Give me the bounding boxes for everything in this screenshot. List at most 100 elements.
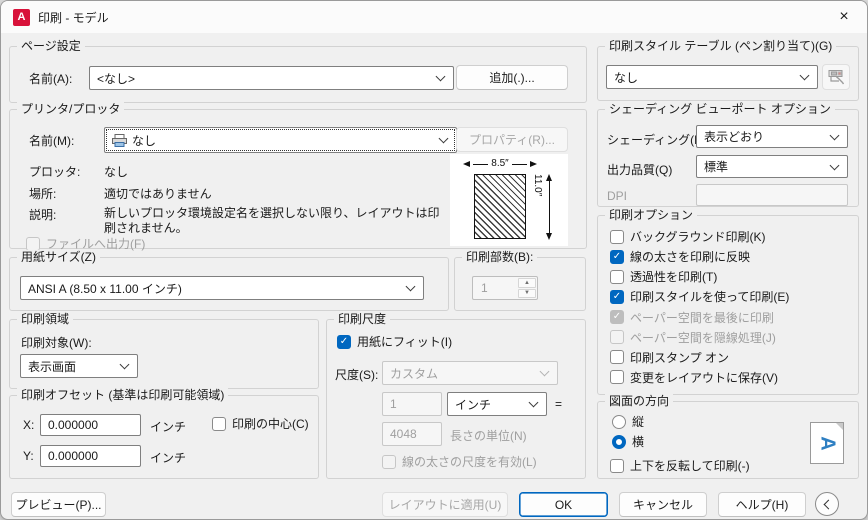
spin-down-button[interactable]: ▼: [518, 288, 536, 298]
plot-options-list: バックグラウンド印刷(K) 線の太さを印刷に反映 透過性を印刷(T) 印刷スタイ…: [610, 228, 852, 386]
checkbox-label: 線の太さの尺度を有効(L): [402, 455, 537, 469]
selected-value: インチ: [455, 397, 492, 412]
checkbox-icon: [610, 289, 624, 304]
plot-target-label: 印刷対象(W):: [21, 336, 92, 350]
add-button[interactable]: 追加(.)...: [456, 65, 568, 90]
edit-plot-style-button[interactable]: [822, 64, 850, 90]
page-setup-name-combobox[interactable]: <なし>: [89, 66, 454, 90]
location-value: 適切ではありません: [104, 187, 212, 201]
plot-scale-group: 印刷尺度 用紙にフィット(I) 尺度(S): カスタム 1 インチ = 4048…: [326, 312, 586, 479]
checkbox-icon: [382, 454, 396, 469]
checkbox-label: 用紙にフィット(I): [357, 335, 453, 349]
plot-option-label: 線の太さを印刷に反映: [630, 250, 751, 265]
copies-value: 1: [481, 281, 488, 295]
close-button[interactable]: ×: [821, 1, 867, 33]
plot-option-row[interactable]: ペーパー空間を隠線処理(J): [610, 329, 852, 346]
scale-unit-combobox[interactable]: インチ: [447, 392, 547, 416]
plot-option-row[interactable]: 変更をレイアウトに保存(V): [610, 369, 852, 386]
ok-button[interactable]: OK: [519, 492, 608, 517]
plotter-label: プロッタ:: [29, 165, 81, 179]
checkbox-icon: [610, 229, 624, 244]
x-offset-input[interactable]: [40, 414, 141, 436]
arrow-up-icon: [546, 174, 552, 181]
plot-style-combobox[interactable]: なし: [606, 65, 818, 89]
scale-combobox[interactable]: カスタム: [382, 361, 558, 385]
checkbox-icon: [337, 334, 351, 349]
portrait-radio[interactable]: 縦: [612, 413, 644, 430]
group-legend: 印刷部数(B):: [462, 250, 538, 265]
plot-option-row[interactable]: 線の太さを印刷に反映: [610, 248, 852, 265]
scale-numerator-input[interactable]: 1: [382, 392, 442, 416]
width-dimension: 8.5″: [463, 158, 538, 170]
plot-option-row[interactable]: 透過性を印刷(T): [610, 268, 852, 285]
group-legend: プリンタ/プロッタ: [17, 102, 125, 117]
x-unit-label: インチ: [150, 420, 187, 434]
less-options-button[interactable]: [815, 492, 839, 516]
checkbox-icon: [610, 310, 624, 325]
shade-plot-combobox[interactable]: 表示どおり: [696, 125, 848, 148]
group-legend: 図面の方向: [605, 394, 674, 409]
lineweight-scale-checkbox[interactable]: 線の太さの尺度を有効(L): [382, 453, 537, 470]
landscape-radio[interactable]: 横: [612, 433, 644, 450]
scale-denominator-input[interactable]: 4048: [382, 422, 442, 446]
apply-to-layout-button[interactable]: レイアウトに適用(U): [382, 492, 508, 517]
plot-option-label: 印刷スタンプ オン: [630, 350, 729, 365]
orientation-paper-icon: A: [810, 422, 844, 464]
arrow-down-icon: [546, 233, 552, 240]
height-dimension: 11.0″: [532, 174, 553, 240]
dialog-title: 印刷 - モデル: [38, 10, 109, 25]
plot-option-label: バックグラウンド印刷(K): [630, 230, 766, 244]
chevron-down-icon: [829, 160, 840, 170]
quality-label: 出力品質(Q): [607, 163, 673, 177]
chevron-down-icon: [119, 359, 130, 370]
plot-option-row[interactable]: 印刷スタイルを使って印刷(E): [610, 288, 852, 305]
paper-size-combobox[interactable]: ANSI A (8.50 x 11.00 インチ): [20, 276, 424, 300]
fit-to-paper-checkbox[interactable]: 用紙にフィット(I): [337, 333, 452, 350]
shaded-viewport-group: シェーディング ビューポート オプション シェーディング(D) 表示どおり 出力…: [597, 102, 859, 207]
page-setup-name-label: 名前(A):: [29, 72, 73, 86]
center-plot-checkbox[interactable]: 印刷の中心(C): [212, 415, 309, 432]
orientation-group: 図面の方向 縦 横 上下を反転して印刷(-) A: [597, 394, 859, 479]
selected-value: <なし>: [97, 71, 136, 86]
plot-style-editor-icon: [828, 70, 845, 85]
checkbox-icon: [610, 330, 624, 345]
plot-option-row[interactable]: ペーパー空間を最後に印刷: [610, 309, 852, 326]
preview-button[interactable]: プレビュー(P)...: [11, 492, 106, 517]
plot-area-combobox[interactable]: 表示画面: [20, 354, 138, 378]
rotated-a-glyph: A: [816, 435, 839, 451]
plot-option-row[interactable]: 印刷スタンプ オン: [610, 349, 852, 366]
spin-up-button[interactable]: ▲: [518, 278, 536, 288]
selected-value: なし: [614, 70, 639, 85]
printer-name-combobox[interactable]: なし: [104, 127, 457, 153]
checkbox-icon: [26, 236, 40, 251]
page-fold-corner: [835, 423, 843, 431]
paper-preview: 8.5″ 11.0″: [450, 154, 568, 246]
selected-value: 表示どおり: [704, 130, 765, 144]
arrow-right-icon: [530, 161, 538, 167]
plot-offset-group: 印刷オフセット (基準は印刷可能領域) X: インチ 印刷の中心(C) Y: イ…: [9, 388, 319, 479]
paper-size-group: 用紙サイズ(Z) ANSI A (8.50 x 11.00 インチ): [9, 250, 449, 311]
chevron-down-icon: [405, 281, 416, 292]
selected-value: 表示画面: [28, 359, 77, 374]
y-offset-input[interactable]: [40, 445, 141, 467]
printer-name-label: 名前(M):: [29, 134, 75, 148]
paper-width-value: 8.5″: [491, 158, 509, 169]
help-button[interactable]: ヘルプ(H): [718, 492, 806, 517]
checkbox-icon: [212, 416, 226, 431]
group-legend: 印刷オフセット (基準は印刷可能領域): [17, 388, 229, 403]
autocad-logo-icon: A: [13, 8, 30, 26]
checkbox-icon: [610, 350, 624, 365]
checkbox-icon: [610, 458, 624, 473]
logo-letter: A: [17, 11, 26, 23]
flip-plot-checkbox[interactable]: 上下を反転して印刷(-): [610, 457, 750, 474]
plot-area-group: 印刷領域 印刷対象(W): 表示画面: [9, 312, 319, 389]
quality-combobox[interactable]: 標準: [696, 155, 848, 178]
equals-sign: =: [555, 397, 563, 411]
chevron-left-icon: [823, 499, 834, 509]
dpi-input[interactable]: [696, 184, 848, 206]
plot-option-row[interactable]: バックグラウンド印刷(K): [610, 228, 852, 245]
cancel-button[interactable]: キャンセル: [619, 492, 707, 517]
properties-button[interactable]: プロパティ(R)...: [456, 127, 568, 152]
y-label: Y:: [23, 449, 34, 463]
chevron-down-icon: [435, 71, 446, 82]
